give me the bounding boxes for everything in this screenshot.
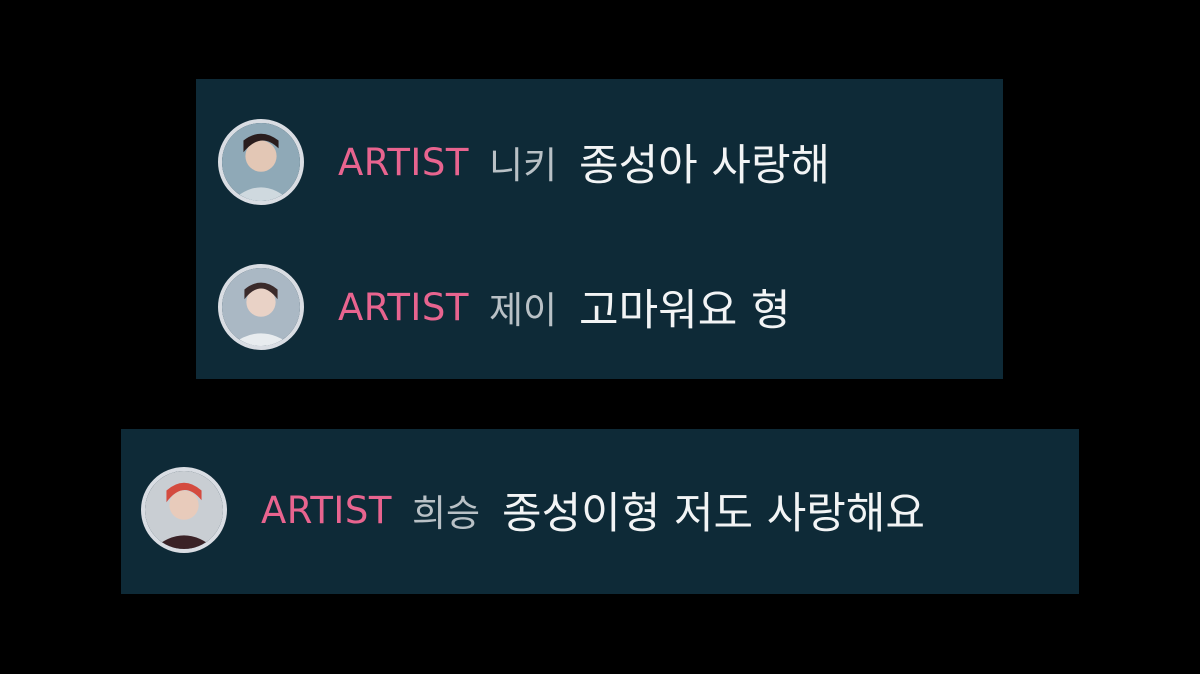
comment-item[interactable]: ARTIST 제이 고마워요 형 <box>218 262 791 352</box>
profile-photo-icon[interactable] <box>218 264 304 350</box>
comment-message: 고마워요 형 <box>579 286 791 336</box>
artist-badge: ARTIST <box>261 488 392 532</box>
profile-photo-icon[interactable] <box>218 119 304 205</box>
comment-panel: ARTIST 니키 종성아 사랑해 ARTIST 제이 고마워요 형 <box>196 79 1003 379</box>
comment-message: 종성아 사랑해 <box>579 141 831 191</box>
nickname[interactable]: 제이 <box>489 280 557 334</box>
profile-photo-icon[interactable] <box>141 467 227 553</box>
nickname[interactable]: 니키 <box>489 135 557 189</box>
comment-item[interactable]: ARTIST 희승 종성이형 저도 사랑해요 <box>141 465 925 555</box>
comment-message: 종성이형 저도 사랑해요 <box>502 489 925 539</box>
comment-item[interactable]: ARTIST 니키 종성아 사랑해 <box>218 117 830 207</box>
artist-badge: ARTIST <box>338 140 469 184</box>
comment-panel: ARTIST 희승 종성이형 저도 사랑해요 <box>121 429 1079 594</box>
nickname[interactable]: 희승 <box>412 483 480 537</box>
artist-badge: ARTIST <box>338 285 469 329</box>
